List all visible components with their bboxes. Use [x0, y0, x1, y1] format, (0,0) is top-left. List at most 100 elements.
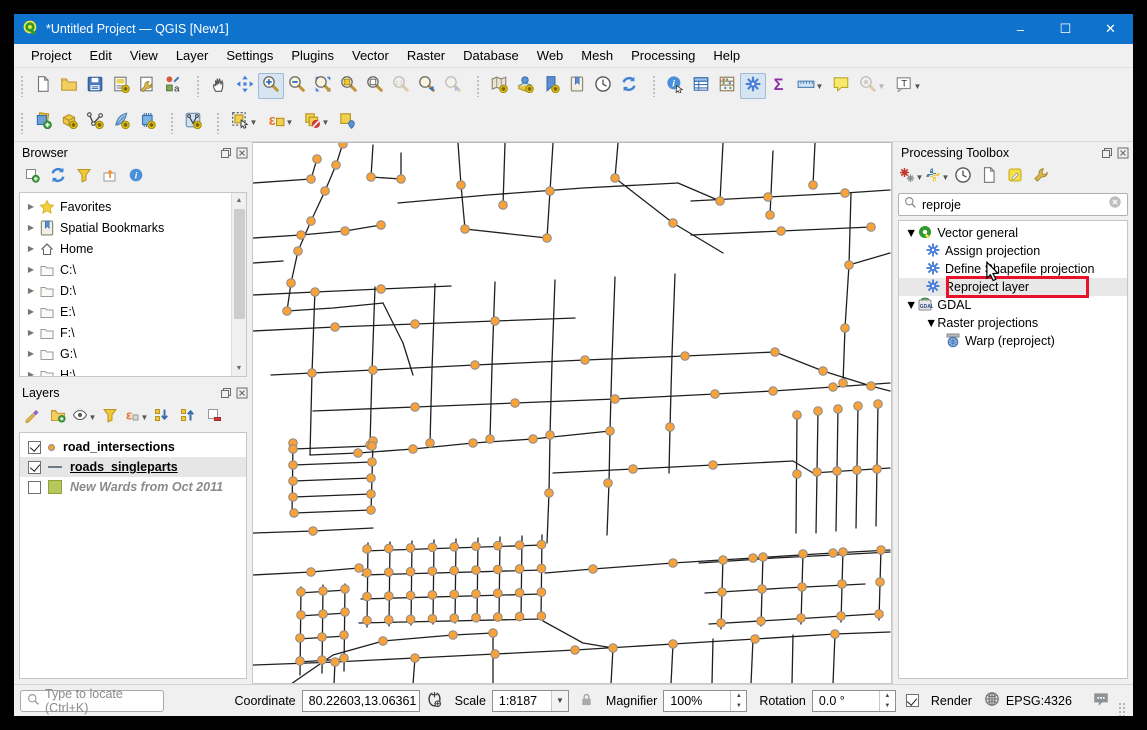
- new-virtual-layer-button[interactable]: [180, 110, 206, 136]
- toolbar-grip[interactable]: [196, 75, 201, 97]
- menu-layer[interactable]: Layer: [167, 45, 218, 66]
- magnifier-spinbox[interactable]: 100% ▲▼: [663, 690, 747, 712]
- processing-history-button[interactable]: [951, 166, 975, 190]
- refresh-map-button[interactable]: [616, 73, 642, 99]
- scale-combobox[interactable]: 1:8187 ▼: [492, 690, 569, 712]
- rotation-spinbox[interactable]: 0.0 ° ▲▼: [812, 690, 896, 712]
- manage-map-themes-button[interactable]: ▼: [72, 406, 96, 430]
- new-spatial-bookmark-button[interactable]: [538, 73, 564, 99]
- style-manager-button[interactable]: a: [160, 73, 186, 99]
- coordinate-extents-toggle-icon[interactable]: [426, 691, 443, 711]
- menu-raster[interactable]: Raster: [398, 45, 454, 66]
- add-selected-layers-button[interactable]: [20, 166, 44, 190]
- identify-features-button[interactable]: i: [662, 73, 688, 99]
- expander-icon[interactable]: ▶: [24, 202, 38, 211]
- pan-to-selection-button[interactable]: [232, 73, 258, 99]
- menu-database[interactable]: Database: [454, 45, 528, 66]
- processing-toolbox-toggle-button[interactable]: [740, 73, 766, 99]
- show-layout-manager-button[interactable]: [134, 73, 160, 99]
- processing-item-warp-reproject-[interactable]: Warp (reproject): [899, 332, 1127, 350]
- chevron-down-icon[interactable]: ▼: [816, 82, 824, 91]
- float-panel-icon[interactable]: [219, 146, 232, 159]
- new-shapefile-layer-button[interactable]: [82, 110, 108, 136]
- chevron-down-icon[interactable]: ▼: [942, 173, 950, 182]
- new-spatialite-layer-button[interactable]: [108, 110, 134, 136]
- zoom-to-layer-button[interactable]: [362, 73, 388, 99]
- float-panel-icon[interactable]: [219, 386, 232, 399]
- window-resize-grip[interactable]: [1118, 702, 1127, 716]
- chevron-down-icon[interactable]: ▼: [141, 413, 149, 422]
- open-field-calculator-button[interactable]: [714, 73, 740, 99]
- select-by-value-button[interactable]: [334, 110, 360, 136]
- data-source-manager-button[interactable]: [30, 110, 56, 136]
- show-spatial-bookmarks-button[interactable]: [564, 73, 590, 99]
- collapse-all-layers-button[interactable]: [176, 406, 200, 430]
- new-memory-layer-button[interactable]: [134, 110, 160, 136]
- menu-view[interactable]: View: [121, 45, 167, 66]
- menu-edit[interactable]: Edit: [80, 45, 120, 66]
- minimize-button[interactable]: –: [998, 14, 1043, 44]
- measure-line-button[interactable]: ▼: [792, 73, 828, 99]
- processing-search-input[interactable]: reproje: [898, 193, 1128, 216]
- menu-mesh[interactable]: Mesh: [572, 45, 622, 66]
- chevron-down-icon[interactable]: ▼: [916, 173, 924, 182]
- processing-options-button[interactable]: [1029, 166, 1053, 190]
- open-project-button[interactable]: [56, 73, 82, 99]
- close-panel-icon[interactable]: [235, 386, 248, 399]
- results-viewer-button[interactable]: [977, 166, 1001, 190]
- zoom-full-button[interactable]: [310, 73, 336, 99]
- processing-item-raster-projections[interactable]: ▼Raster projections: [899, 314, 1127, 332]
- processing-models-button[interactable]: ▼: [899, 166, 923, 190]
- expander-icon[interactable]: ▼: [905, 298, 917, 312]
- zoom-out-button[interactable]: [284, 73, 310, 99]
- map-tips-button[interactable]: [828, 73, 854, 99]
- toolbar-grip[interactable]: [216, 112, 221, 134]
- refresh-browser-button[interactable]: [46, 166, 70, 190]
- layer-visibility-checkbox[interactable]: [28, 481, 41, 494]
- spin-up-icon[interactable]: ▲: [880, 691, 895, 701]
- temporal-controller-button[interactable]: [590, 73, 616, 99]
- filter-legend-button[interactable]: [98, 406, 122, 430]
- expand-all-layers-button[interactable]: [150, 406, 174, 430]
- expander-icon[interactable]: ▶: [24, 244, 38, 253]
- maximize-button[interactable]: ☐: [1043, 14, 1088, 44]
- new-project-button[interactable]: [30, 73, 56, 99]
- chevron-down-icon[interactable]: ▼: [322, 118, 330, 127]
- menu-settings[interactable]: Settings: [217, 45, 282, 66]
- expander-icon[interactable]: ▼: [925, 316, 937, 330]
- new-3d-map-view-button[interactable]: [512, 73, 538, 99]
- layer-item-roads-singleparts[interactable]: roads_singleparts: [20, 457, 246, 477]
- spin-up-icon[interactable]: ▲: [731, 691, 746, 701]
- menu-web[interactable]: Web: [528, 45, 573, 66]
- chevron-down-icon[interactable]: ▼: [551, 691, 568, 711]
- show-statistical-summary-button[interactable]: Σ: [766, 73, 792, 99]
- map-canvas[interactable]: [252, 142, 892, 684]
- open-attribute-table-button[interactable]: [688, 73, 714, 99]
- lock-scale-icon[interactable]: [579, 692, 594, 710]
- layer-visibility-checkbox[interactable]: [28, 441, 41, 454]
- toolbar-grip[interactable]: [20, 75, 25, 97]
- collapse-all-browser-button[interactable]: [98, 166, 122, 190]
- layer-item-new-wards-from-oct-2011[interactable]: New Wards from Oct 2011: [20, 477, 246, 497]
- expander-icon[interactable]: ▶: [24, 349, 38, 358]
- browser-scrollbar[interactable]: ▲ ▼: [231, 193, 246, 376]
- close-panel-icon[interactable]: [1116, 146, 1129, 159]
- browser-properties-button[interactable]: i: [124, 166, 148, 190]
- open-layer-styling-button[interactable]: [20, 406, 44, 430]
- browser-item-c-[interactable]: ▶C:\: [20, 259, 246, 280]
- spin-down-icon[interactable]: ▼: [880, 701, 895, 711]
- new-print-layout-button[interactable]: [108, 73, 134, 99]
- zoom-to-selection-button[interactable]: [336, 73, 362, 99]
- toolbar-grip[interactable]: [20, 112, 25, 134]
- render-checkbox[interactable]: [906, 694, 919, 707]
- layer-item-road-intersections[interactable]: road_intersections: [20, 437, 246, 457]
- chevron-down-icon[interactable]: ▼: [914, 82, 922, 91]
- browser-item-d-[interactable]: ▶D:\: [20, 280, 246, 301]
- select-features-button[interactable]: ▼: [226, 110, 262, 136]
- expander-icon[interactable]: ▶: [24, 286, 38, 295]
- menu-vector[interactable]: Vector: [343, 45, 398, 66]
- browser-item-e-[interactable]: ▶E:\: [20, 301, 246, 322]
- save-project-button[interactable]: [82, 73, 108, 99]
- toolbar-grip[interactable]: [170, 112, 175, 134]
- expander-icon[interactable]: ▶: [24, 370, 38, 377]
